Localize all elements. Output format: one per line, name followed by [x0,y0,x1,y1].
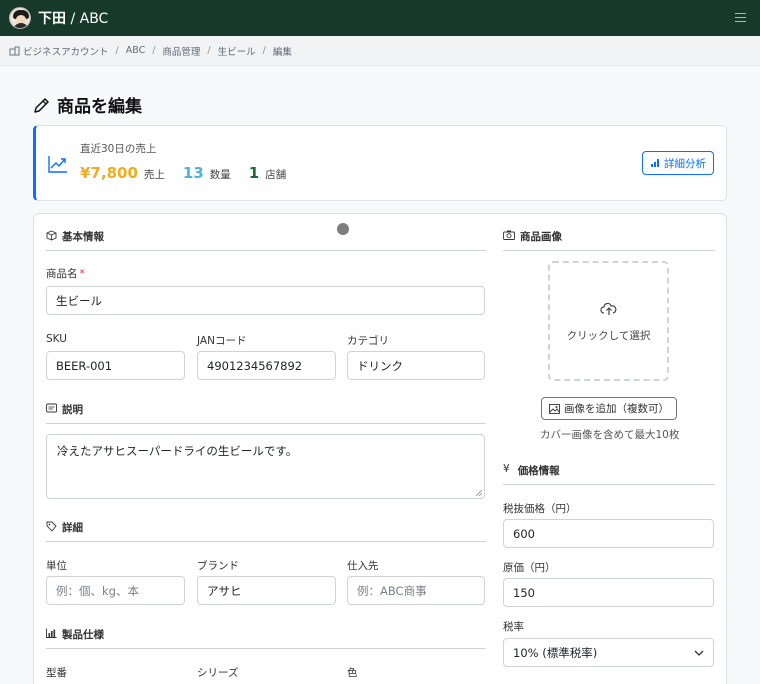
cloud-upload-icon [599,302,616,315]
product-name-label: 商品名 * [46,268,85,280]
details-heading: 詳細 [46,520,486,542]
stats-row: ¥7,800 売上 13 数量 1 店舗 [80,164,304,182]
image-icon [549,403,560,414]
basic-info-title: 基本情報 [62,231,104,243]
account-title[interactable]: 下田 / ABC [38,8,108,28]
description-text: 冷えたアサヒスーパードライの生ビールです。 [57,444,298,458]
sales-unit: 売上 [143,169,165,181]
breadcrumb-separator: / [262,45,266,56]
basic-info-heading: 基本情報 [46,229,486,251]
images-heading: 商品画像 [503,229,715,251]
jan-label: JANコード [197,335,247,347]
pencil-icon [34,97,49,113]
bar-chart-icon [651,159,659,167]
sales-stats-card: 直近30日の売上 ¥7,800 売上 13 数量 1 店舗 詳細分析 [33,125,727,201]
product-form-card: 基本情報 商品名 * 生ビール SKU BEER-001 JANコード 49012… [33,213,727,684]
description-textarea[interactable]: 冷えたアサヒスーパードライの生ビールです。 [46,434,485,499]
details-title: 詳細 [62,522,83,534]
breadcrumb: ビジネスアカウント / ABC / 商品管理 / 生ビール / 編集 [0,36,760,66]
detail-analysis-label: 詳細分析 [664,157,706,170]
supplier-input[interactable]: 例：ABC商事 [347,576,485,605]
org-name: ABC [79,11,109,27]
box-icon [46,230,57,241]
detail-analysis-button[interactable]: 詳細分析 [642,151,714,175]
bar-chart-icon [46,628,57,638]
cost-label: 原価（円） [503,562,556,574]
resize-grip-icon[interactable] [475,489,482,496]
breadcrumb-separator: / [207,45,211,56]
image-upload-dropzone[interactable]: クリックして選択 [548,261,669,381]
breadcrumb-item[interactable]: 生ビール [218,44,256,58]
model-label: 型番 [46,667,67,679]
product-name-input[interactable]: 生ビール [46,286,485,315]
brand-input[interactable]: アサヒ [197,576,336,605]
price-label: 税抜価格（円） [503,503,577,515]
price-input[interactable]: 600 [503,519,714,548]
color-label: 色 [347,667,358,679]
required-mark: * [79,268,85,280]
chevron-down-icon [694,650,704,656]
building-icon [9,46,20,55]
brand-label: ブランド [197,560,239,572]
series-label: シリーズ [197,667,239,679]
category-label: カテゴリ [347,335,389,347]
add-image-label: 画像を追加（複数可） [564,403,669,415]
add-image-button[interactable]: 画像を追加（複数可） [541,397,677,420]
page-title-text: 商品を編集 [57,97,142,117]
supplier-label: 仕入先 [347,560,379,572]
cost-input[interactable]: 150 [503,578,714,607]
breadcrumb-item[interactable]: ABC [126,45,145,56]
breadcrumb-separator: / [115,45,119,56]
title-separator: / [66,11,80,27]
yen-icon: ¥ [503,463,510,475]
top-navbar: 下田 / ABC [0,0,760,36]
sku-input[interactable]: BEER-001 [46,351,185,380]
tax-rate-value: 10% (標準税率) [513,645,598,660]
breadcrumb-item[interactable]: ビジネスアカウント [23,44,109,58]
specs-title: 製品仕様 [62,629,104,641]
unit-label: 単位 [46,560,67,572]
tax-rate-label: 税率 [503,621,524,633]
unit-input[interactable]: 例：個、kg、本 [46,576,185,605]
image-limit-hint: カバー画像を含めて最大10枚 [540,429,680,441]
description-heading: 説明 [46,402,486,424]
tag-icon [46,521,57,532]
tax-rate-select[interactable]: 10% (標準税率) [503,638,714,667]
description-title: 説明 [62,404,83,416]
avatar[interactable] [9,7,31,29]
specs-heading: 製品仕様 [46,627,486,649]
pricing-title: 価格情報 [517,465,560,477]
breadcrumb-item[interactable]: 商品管理 [162,44,200,58]
sku-label: SKU [46,333,67,345]
breadcrumb-separator: / [152,45,156,56]
breadcrumb-current: 編集 [272,46,292,58]
user-name: 下田 [38,11,66,27]
card-text-icon [46,403,57,413]
sales-value: ¥7,800 [80,164,138,182]
upload-text: クリックして選択 [566,329,651,342]
images-title: 商品画像 [520,231,562,243]
page-title: 商品を編集 [33,92,142,117]
stores-value: 1 [248,164,260,182]
quantity-unit: 数量 [209,169,231,181]
jan-input[interactable]: 4901234567892 [197,351,336,380]
hamburger-icon[interactable] [735,13,746,22]
category-input[interactable]: ドリンク [347,351,485,380]
camera-icon [503,230,515,240]
quantity-value: 13 [182,164,204,182]
pricing-heading: ¥ 価格情報 [503,463,715,485]
stores-unit: 店舗 [265,169,287,181]
trend-chart-icon [48,156,67,173]
stats-period-label: 直近30日の売上 [80,143,157,155]
